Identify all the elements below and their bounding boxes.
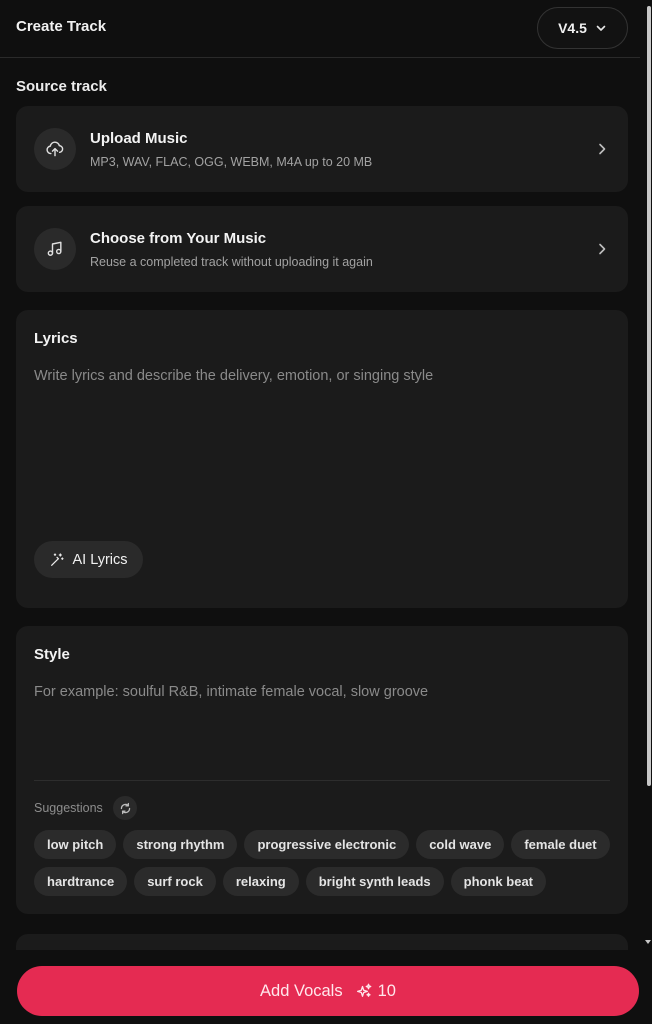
credit-amount: 10 [377, 981, 396, 1000]
refresh-icon [120, 802, 130, 814]
music-note-icon [47, 241, 62, 256]
sparkle-icon [356, 983, 371, 997]
ai-lyrics-button[interactable]: AI Lyrics [34, 541, 143, 578]
cloud-upload-icon [46, 141, 64, 157]
lyrics-card: Lyrics AI Lyrics [16, 310, 628, 608]
credit-cost: 10 [355, 982, 396, 1001]
upload-music-card[interactable]: Upload Music MP3, WAV, FLAC, OGG, WEBM, … [16, 106, 628, 192]
suggestion-chip[interactable]: phonk beat [450, 867, 547, 896]
suggestion-chip[interactable]: progressive electronic [244, 830, 410, 859]
suggestion-chip[interactable]: cold wave [416, 830, 505, 859]
ai-lyrics-label: AI Lyrics [72, 551, 128, 568]
choose-music-card[interactable]: Choose from Your Music Reuse a completed… [16, 206, 628, 292]
suggestion-chip[interactable]: strong rhythm [123, 830, 238, 859]
add-vocals-button[interactable]: Add Vocals 10 [17, 966, 639, 1016]
chevron-right-icon [599, 243, 606, 255]
upload-music-title: Upload Music [90, 130, 188, 147]
style-divider [34, 780, 610, 781]
scrollbar-thumb[interactable] [647, 6, 651, 786]
suggestion-chip[interactable]: low pitch [34, 830, 117, 859]
magic-wand-icon [51, 552, 65, 566]
lyrics-title: Lyrics [34, 330, 78, 347]
source-track-label: Source track [16, 78, 107, 95]
chevron-right-icon [599, 143, 606, 155]
choose-music-title: Choose from Your Music [90, 230, 267, 247]
version-selector[interactable]: V4.5 [537, 7, 628, 49]
version-label: V4.5 [558, 20, 587, 36]
upload-music-subtitle: MP3, WAV, FLAC, OGG, WEBM, M4A up to 20 … [90, 155, 373, 169]
bottom-action-bar: Add Vocals 10 [0, 950, 652, 1024]
header: Create Track V4.5 [0, 0, 640, 58]
page-title: Create Track [16, 18, 107, 35]
scroll-down-arrow-icon[interactable] [645, 940, 651, 944]
lyrics-input[interactable] [34, 368, 610, 528]
suggestion-chip[interactable]: hardtrance [34, 867, 128, 896]
upload-icon-wrap [34, 128, 76, 170]
music-icon-wrap [34, 228, 76, 270]
style-title: Style [34, 646, 70, 663]
suggestion-chip[interactable]: relaxing [222, 867, 299, 896]
suggestion-chip[interactable]: female duet [511, 830, 610, 859]
suggestion-chips: low pitch strong rhythm progressive elec… [34, 830, 614, 896]
suggestions-label: Suggestions [34, 801, 103, 815]
refresh-suggestions-button[interactable] [113, 796, 137, 820]
suggestion-chip[interactable]: surf rock [134, 867, 216, 896]
choose-music-subtitle: Reuse a completed track without uploadin… [90, 255, 373, 269]
chevron-down-icon [596, 25, 606, 31]
style-input[interactable] [34, 684, 610, 770]
suggestion-chip[interactable]: bright synth leads [305, 867, 444, 896]
style-card: Style Suggestions low pitch strong rhyth… [16, 626, 628, 914]
add-vocals-label: Add Vocals [260, 981, 343, 1000]
